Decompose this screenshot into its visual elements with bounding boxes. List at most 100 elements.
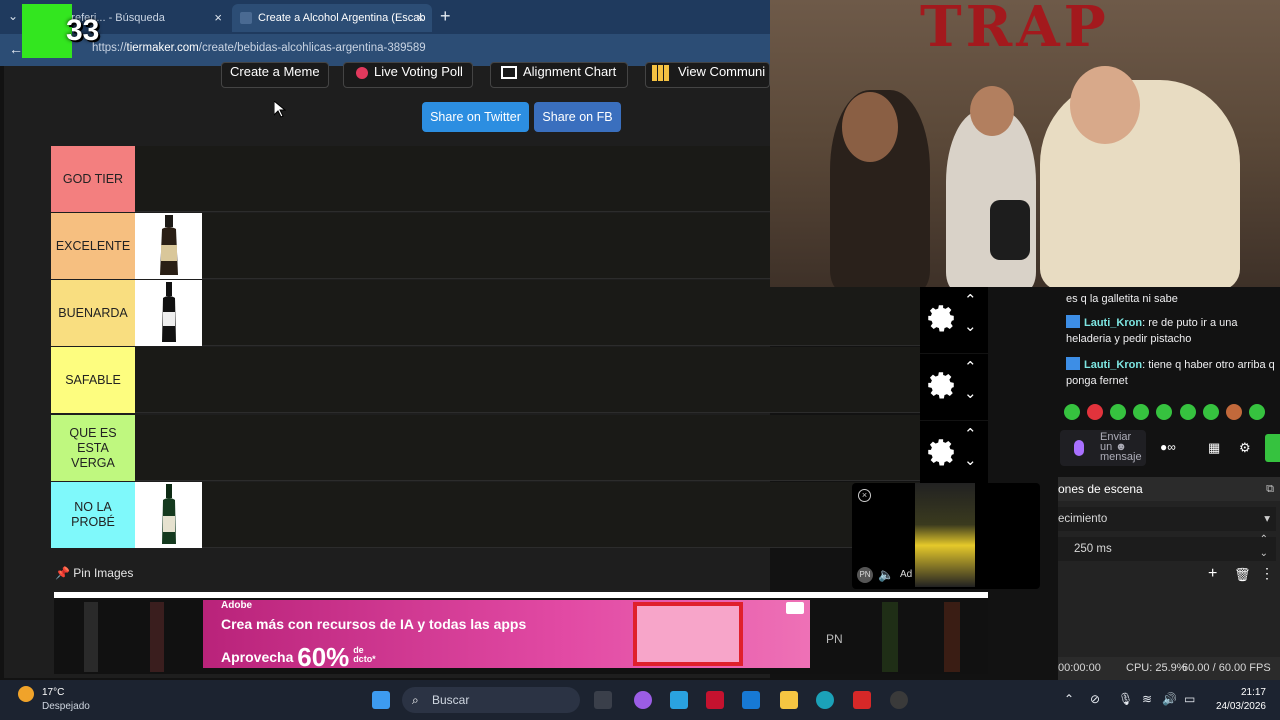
gear-icon[interactable] xyxy=(924,368,958,402)
emote-icon[interactable] xyxy=(1226,404,1242,420)
taskbar-search[interactable]: ⌕ Buscar xyxy=(402,687,580,713)
windows-start-icon[interactable] xyxy=(372,691,390,709)
lenovo-app-icon[interactable] xyxy=(853,691,871,709)
more-options-icon[interactable]: ⋮ xyxy=(1260,565,1274,582)
duration-spinner-icon[interactable]: ⌃ ⌄ xyxy=(1260,533,1268,561)
tier-label[interactable]: BUENARDA xyxy=(51,280,135,346)
file-explorer-icon[interactable] xyxy=(780,691,798,709)
unranked-bottle[interactable] xyxy=(944,602,960,672)
chat-username[interactable]: Lauti_Kron xyxy=(1084,317,1142,329)
tab-tiermaker[interactable]: Create a Alcohol Argentina (Escab × xyxy=(232,4,432,32)
move-up-chevron-icon[interactable]: ⌃ xyxy=(964,291,977,309)
outlook-icon[interactable] xyxy=(742,691,760,709)
video-ad[interactable]: × PN 🔈 Ad xyxy=(852,483,1040,589)
microphone-tray-icon[interactable]: 🎙 xyxy=(1118,692,1133,706)
tier-label[interactable]: EXCELENTE xyxy=(51,213,135,279)
bottle-item-1882[interactable] xyxy=(135,280,202,346)
create-meme-button[interactable]: Create a Meme xyxy=(221,62,329,88)
unranked-bottle[interactable] xyxy=(150,602,164,672)
copilot-icon[interactable] xyxy=(634,691,652,709)
emote-icon[interactable] xyxy=(1133,404,1149,420)
chat-send-button[interactable] xyxy=(1265,434,1280,462)
unranked-bottle[interactable] xyxy=(882,602,898,672)
volume-icon[interactable]: 🔊 xyxy=(1162,692,1177,706)
tiermaker-favicon-icon xyxy=(240,12,252,24)
emote-icon[interactable] xyxy=(1110,404,1126,420)
view-community-button[interactable]: View Communi xyxy=(645,62,770,88)
wall-graffiti: TRAP xyxy=(920,0,1110,60)
tier-label[interactable]: NO LA PROBÉ xyxy=(51,482,135,548)
emote-icon[interactable] xyxy=(1203,404,1219,420)
system-clock[interactable]: 21:17 24/03/2026 xyxy=(1216,686,1266,714)
back-arrow-icon[interactable]: ← xyxy=(9,41,23,57)
obs-status-bar: 00:00:00 CPU: 25.9% 60.00 / 60.00 FPS xyxy=(1058,657,1280,680)
transition-select[interactable]: ecimiento ▾ xyxy=(1058,507,1276,531)
weather-temperature[interactable]: 17°C xyxy=(42,687,64,698)
tab-list-chevron-icon[interactable]: ⌄ xyxy=(8,9,18,23)
settings-gear-icon[interactable]: ⚙ xyxy=(1239,440,1251,456)
new-tab-icon[interactable]: + xyxy=(440,6,451,27)
emote-icon[interactable] xyxy=(1087,404,1103,420)
mute-icon[interactable]: 🔈 xyxy=(878,567,894,583)
share-facebook-button[interactable]: Share on FB xyxy=(534,102,621,132)
close-ad-icon[interactable]: × xyxy=(858,489,871,502)
tier-row-que-es-esta-verga[interactable]: QUE ES ESTA VERGA xyxy=(51,415,920,481)
move-up-chevron-icon[interactable]: ⌃ xyxy=(964,358,977,376)
task-view-icon[interactable] xyxy=(594,691,612,709)
chat-input[interactable]: Enviar un ☻ mensaje xyxy=(1060,430,1146,466)
live-voting-poll-button[interactable]: Live Voting Poll xyxy=(343,62,473,88)
move-up-chevron-icon[interactable]: ⌃ xyxy=(964,425,977,443)
record-dot-icon xyxy=(356,67,368,79)
bottle-item-fernet[interactable] xyxy=(135,213,202,279)
bottle-item-green[interactable] xyxy=(135,482,202,548)
weather-condition[interactable]: Despejado xyxy=(42,701,90,712)
close-tab-icon[interactable]: × xyxy=(214,4,222,32)
tier-row-buenarda[interactable]: BUENARDA xyxy=(51,280,920,346)
bottle-icon xyxy=(161,282,176,342)
pin-images-toggle[interactable]: 📌 Pin Images xyxy=(55,566,133,580)
ad-model-photo xyxy=(633,602,743,666)
network-off-icon[interactable]: ⊘ xyxy=(1090,692,1100,706)
mcafee-icon[interactable] xyxy=(706,691,724,709)
trash-icon[interactable]: 🗑 xyxy=(1234,567,1251,583)
emote-icon[interactable] xyxy=(1156,404,1172,420)
unranked-bottle[interactable] xyxy=(84,602,98,672)
move-down-chevron-icon[interactable]: ⌄ xyxy=(964,317,977,335)
store-icon[interactable]: ▦ xyxy=(1208,440,1220,456)
battery-icon[interactable]: ▭ xyxy=(1184,692,1195,706)
tier-label[interactable]: QUE ES ESTA VERGA xyxy=(51,415,135,481)
emote-icon[interactable] xyxy=(1064,404,1080,420)
panel-header: ones de escena ⧉ xyxy=(1058,477,1280,501)
tier-row-safable[interactable]: SAFABLE xyxy=(51,347,920,413)
move-down-chevron-icon[interactable]: ⌄ xyxy=(964,451,977,469)
url-field[interactable]: https://tiermaker.com/create/bebidas-alc… xyxy=(92,42,426,54)
ad-choices-icon[interactable] xyxy=(786,602,804,614)
store-app-icon[interactable] xyxy=(670,691,688,709)
tier-label[interactable]: GOD TIER xyxy=(51,146,135,212)
mic-icon[interactable] xyxy=(1074,440,1084,456)
emote-icon[interactable] xyxy=(1249,404,1265,420)
share-twitter-button[interactable]: Share on Twitter xyxy=(422,102,529,132)
weather-moon-icon[interactable] xyxy=(18,686,34,702)
edge-browser-icon[interactable] xyxy=(816,691,834,709)
bits-icon[interactable]: ●∞ xyxy=(1160,440,1176,454)
tier-label[interactable]: SAFABLE xyxy=(51,347,135,413)
move-down-chevron-icon[interactable]: ⌄ xyxy=(964,384,977,402)
add-icon[interactable]: + xyxy=(1208,565,1217,583)
show-hidden-icons-icon[interactable]: ⌃ xyxy=(1064,692,1074,706)
browser-tab-bar: ⌄ e preferi... - Búsqueda × Create a Alc… xyxy=(0,0,770,34)
emote-icon[interactable] xyxy=(1180,404,1196,420)
gear-icon[interactable] xyxy=(924,435,958,469)
close-tab-icon[interactable]: × xyxy=(416,4,424,32)
undock-icon[interactable]: ⧉ xyxy=(1266,477,1274,501)
streamer-face xyxy=(842,92,898,162)
adobe-ad-banner[interactable]: Adobe Crea más con recursos de IA y toda… xyxy=(203,600,810,672)
streamer-face xyxy=(970,86,1014,136)
chat-username[interactable]: Lauti_Kron xyxy=(1084,359,1142,371)
duration-field[interactable]: 250 ms ⌃ ⌄ xyxy=(1058,534,1276,561)
tier-row-no-la-probe[interactable]: NO LA PROBÉ xyxy=(51,482,920,548)
alignment-chart-button[interactable]: Alignment Chart xyxy=(490,62,628,88)
wifi-icon[interactable]: ≋ xyxy=(1142,692,1152,706)
obs-app-icon[interactable] xyxy=(890,691,908,709)
gear-icon[interactable] xyxy=(924,301,958,335)
